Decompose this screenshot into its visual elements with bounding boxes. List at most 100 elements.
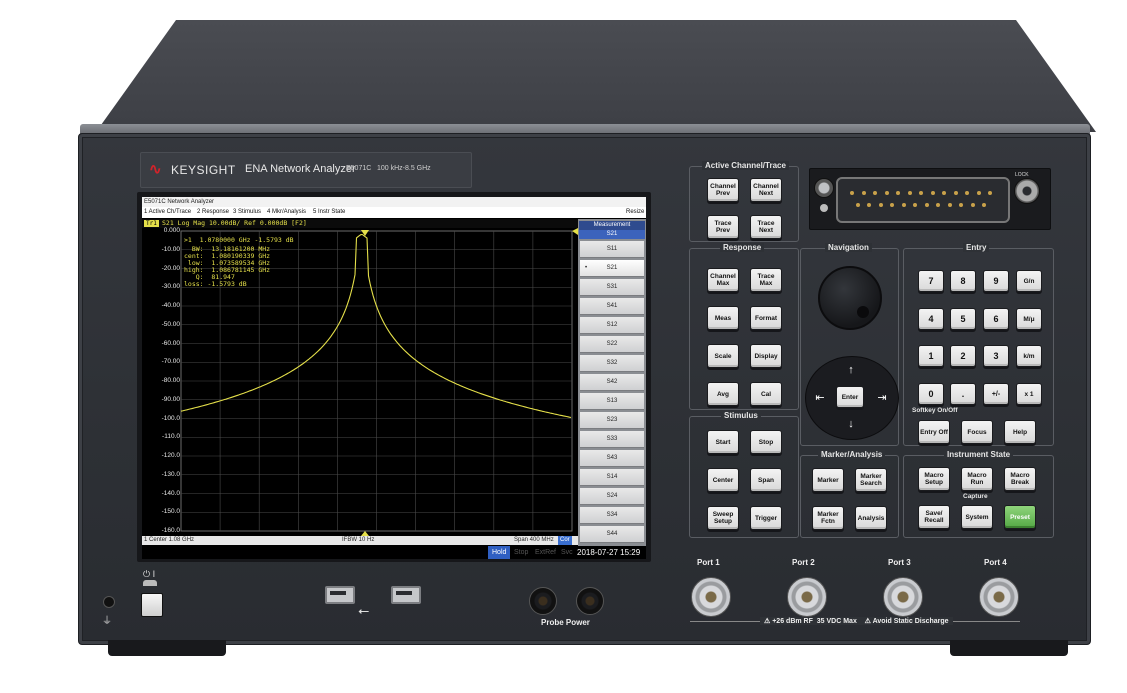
trace-max-button[interactable]: Trace Max xyxy=(750,268,782,292)
y-axis-label: -150.0 xyxy=(161,508,180,516)
cal-button[interactable]: Cal xyxy=(750,382,782,406)
instrument-foot-right xyxy=(950,640,1068,656)
up-arrow-icon[interactable]: ↑ xyxy=(840,359,862,381)
measurement-softkey-s41[interactable]: S41 xyxy=(580,298,644,315)
trigger-button[interactable]: Trigger xyxy=(750,506,782,530)
left-arrow-icon[interactable]: ⇤ xyxy=(809,386,831,408)
right-arrow-icon[interactable]: ⇥ xyxy=(871,386,893,408)
analysis-button[interactable]: Analysis xyxy=(855,506,887,530)
measurement-softkey-s32[interactable]: S32 xyxy=(580,355,644,372)
giga-nano-key[interactable]: G/n xyxy=(1016,270,1042,292)
rotary-knob[interactable] xyxy=(818,266,882,330)
y-axis-label: -100.0 xyxy=(161,414,180,422)
kilo-milli-key[interactable]: k/m xyxy=(1016,345,1042,367)
measurement-softkey-s21[interactable]: • S21 xyxy=(580,260,644,277)
db-pin xyxy=(919,191,923,195)
trace-next-button[interactable]: Trace Next xyxy=(750,215,782,239)
menu-item-active-ch-trace[interactable]: 1 Active Ch/Trace xyxy=(144,207,191,218)
menu-item-stimulus[interactable]: 3 Stimulus xyxy=(233,207,261,218)
entry-off-button[interactable]: Entry Off xyxy=(918,420,950,444)
db-pin xyxy=(936,203,940,207)
meas-button[interactable]: Meas xyxy=(707,306,739,330)
digit-2-key[interactable]: 2 xyxy=(950,345,976,367)
measurement-softkey-s13[interactable]: S13 xyxy=(580,393,644,410)
measurement-softkey-s44[interactable]: S44 xyxy=(580,526,644,543)
measurement-softkey-s14[interactable]: S14 xyxy=(580,469,644,486)
measurement-softkey-s12[interactable]: S12 xyxy=(580,317,644,334)
y-axis-label: -140.0 xyxy=(161,489,180,497)
enter-button[interactable]: Enter xyxy=(836,386,864,408)
measurement-softkey-s34[interactable]: S34 xyxy=(580,507,644,524)
marker-fctn-button[interactable]: Marker Fctn xyxy=(812,506,844,530)
center-button[interactable]: Center xyxy=(707,468,739,492)
channel-max-button[interactable]: Channel Max xyxy=(707,268,739,292)
lock-label: LOCK xyxy=(1015,172,1029,178)
digit-1-key[interactable]: 1 xyxy=(918,345,944,367)
format-button[interactable]: Format xyxy=(750,306,782,330)
stop-indicator: Stop xyxy=(514,549,529,556)
measurement-softkey-s24[interactable]: S24 xyxy=(580,488,644,505)
trace-prev-button[interactable]: Trace Prev xyxy=(707,215,739,239)
rf-port-1[interactable] xyxy=(691,577,731,617)
stop-button[interactable]: Stop xyxy=(750,430,782,454)
macro-setup-button[interactable]: Macro Setup xyxy=(918,467,950,491)
rf-port-2[interactable] xyxy=(787,577,827,617)
lock-icon[interactable] xyxy=(1014,178,1040,204)
measurement-softkey-s23[interactable]: S23 xyxy=(580,412,644,429)
save-recall-button[interactable]: Save/ Recall xyxy=(918,505,950,529)
marker-button[interactable]: Marker xyxy=(812,468,844,492)
rf-port-4[interactable] xyxy=(979,577,1019,617)
preset-button[interactable]: Preset xyxy=(1004,505,1036,529)
avg-button[interactable]: Avg xyxy=(707,382,739,406)
channel-prev-button[interactable]: Channel Prev xyxy=(707,178,739,202)
power-button[interactable] xyxy=(141,593,163,617)
measurement-softkey-s11[interactable]: S11 xyxy=(580,241,644,258)
macro-break-button[interactable]: Macro Break xyxy=(1004,467,1036,491)
menu-item-mkr-analysis[interactable]: 4 Mkr/Analysis xyxy=(267,207,306,218)
screw-icon xyxy=(820,204,828,212)
measurement-softkey-s31[interactable]: S31 xyxy=(580,279,644,296)
digit-8-key[interactable]: 8 xyxy=(950,270,976,292)
plus-minus-key[interactable]: +/- xyxy=(983,383,1009,405)
menu-item-resize[interactable]: Resize xyxy=(626,207,644,218)
db-pin xyxy=(965,191,969,195)
scale-button[interactable]: Scale xyxy=(707,344,739,368)
db-pin xyxy=(873,191,877,195)
digit-6-key[interactable]: 6 xyxy=(983,308,1009,330)
mega-micro-key[interactable]: M/μ xyxy=(1016,308,1042,330)
sweep-setup-button[interactable]: Sweep Setup xyxy=(707,506,739,530)
digit-3-key[interactable]: 3 xyxy=(983,345,1009,367)
digit-7-key[interactable]: 7 xyxy=(918,270,944,292)
softkey-label: S31 xyxy=(606,284,618,290)
digit-9-key[interactable]: 9 xyxy=(983,270,1009,292)
help-button[interactable]: Help xyxy=(1004,420,1036,444)
system-button[interactable]: System xyxy=(961,505,993,529)
display-button[interactable]: Display xyxy=(750,344,782,368)
instrument-foot-left xyxy=(108,640,226,656)
macro-run-button[interactable]: Macro Run xyxy=(961,467,993,491)
measurement-header: Measurement xyxy=(579,221,645,230)
status-center: 1 Center 1.08 GHz xyxy=(144,537,195,543)
start-button[interactable]: Start xyxy=(707,430,739,454)
span-button[interactable]: Span xyxy=(750,468,782,492)
digit-4-key[interactable]: 4 xyxy=(918,308,944,330)
menu-item-response[interactable]: 2 Response xyxy=(197,207,229,218)
menu-item-instr-state[interactable]: 5 Instr State xyxy=(313,207,345,218)
measurement-softkey-s43[interactable]: S43 xyxy=(580,450,644,467)
channel-next-button[interactable]: Channel Next xyxy=(750,178,782,202)
digit-0-key[interactable]: 0 xyxy=(918,383,944,405)
measurement-softkey-s42[interactable]: S42 xyxy=(580,374,644,391)
focus-button[interactable]: Focus xyxy=(961,420,993,444)
capture-label: Capture xyxy=(963,493,988,500)
stimulus-title: Stimulus xyxy=(721,411,761,420)
measurement-softkey-s33[interactable]: S33 xyxy=(580,431,644,448)
measurement-softkey-s22[interactable]: S22 xyxy=(580,336,644,353)
trace-number-badge[interactable]: Tr1 xyxy=(144,220,159,227)
down-arrow-icon[interactable]: ↓ xyxy=(840,413,862,435)
marker-search-button[interactable]: Marker Search xyxy=(855,468,887,492)
times-one-key[interactable]: x 1 xyxy=(1016,383,1042,405)
db-pin xyxy=(890,203,894,207)
digit-5-key[interactable]: 5 xyxy=(950,308,976,330)
rf-port-3[interactable] xyxy=(883,577,923,617)
decimal-point-key[interactable]: . xyxy=(950,383,976,405)
